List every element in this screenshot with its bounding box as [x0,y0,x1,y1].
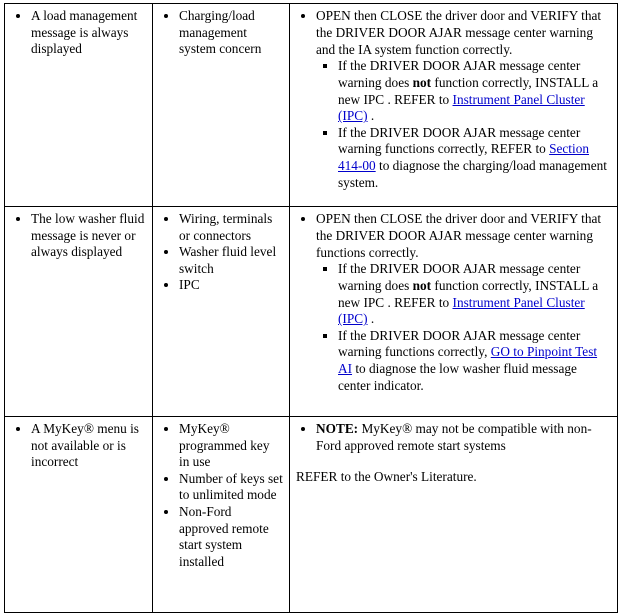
table-row: A load management message is always disp… [4,3,618,207]
refer-paragraph: REFER to the Owner's Literature. [296,468,477,484]
emphasis-not: not [412,277,432,293]
list-item: If the DRIVER DOOR AJAR message center w… [338,261,611,327]
list-item: OPEN then CLOSE the driver door and VERI… [316,8,611,191]
list-item: MyKey® programmed key in use [179,421,283,471]
symptom-cell: A MyKey® menu is not available or is inc… [4,416,153,613]
cause-cell: Wiring, terminals or connectors Washer f… [152,206,290,417]
symptom-list: A MyKey® menu is not available or is inc… [11,421,146,471]
symptom-cell: The low washer fluid message is never or… [4,206,153,417]
sub-text-post: . [367,108,375,124]
sub-text-post: to diagnose the low washer fluid message… [338,360,577,393]
list-item: A MyKey® menu is not available or is inc… [31,421,146,471]
cause-cell: Charging/load management system concern [152,3,290,207]
note-label: NOTE: [316,421,359,436]
sub-text-pre: If the DRIVER DOOR AJAR message center w… [338,124,581,157]
list-item: Washer fluid level switch [179,244,283,277]
emphasis-not: not [412,74,432,90]
symptom-list: A load management message is always disp… [11,8,146,58]
table-row: The low washer fluid message is never or… [4,206,618,417]
cause-cell: MyKey® programmed key in use Number of k… [152,416,290,613]
cause-list: Wiring, terminals or connectors Washer f… [159,211,283,294]
table-row: A MyKey® menu is not available or is inc… [4,416,618,613]
list-item: IPC [179,277,283,294]
list-item: Charging/load management system concern [179,8,283,58]
list-item: Non-Ford approved remote start system in… [179,504,283,570]
action-list: OPEN then CLOSE the driver door and VERI… [296,211,611,394]
list-item: If the DRIVER DOOR AJAR message center w… [338,125,611,191]
symptom-cell: A load management message is always disp… [4,3,153,207]
action-lead-text: OPEN then CLOSE the driver door and VERI… [316,211,602,260]
sub-text-post: to diagnose the charging/load management… [338,157,607,190]
list-item: The low washer fluid message is never or… [31,211,146,261]
list-item: Number of keys set to unlimited mode [179,471,283,504]
symptom-chart-table: A load management message is always disp… [4,3,618,613]
action-list: OPEN then CLOSE the driver door and VERI… [296,8,611,191]
symptom-chart-page: A load management message is always disp… [0,3,625,613]
action-sublist: If the DRIVER DOOR AJAR message center w… [316,261,611,394]
action-lead-text: OPEN then CLOSE the driver door and VERI… [316,8,602,57]
list-item: If the DRIVER DOOR AJAR message center w… [338,58,611,124]
list-item: A load management message is always disp… [31,8,146,58]
list-item: Wiring, terminals or connectors [179,211,283,244]
action-cell: OPEN then CLOSE the driver door and VERI… [289,3,618,207]
cause-list: Charging/load management system concern [159,8,283,58]
sub-text-post: . [367,311,375,327]
action-list: NOTE: MyKey® may not be compatible with … [296,421,611,455]
note-text: MyKey® may not be compatible with non-Fo… [316,421,592,453]
list-item: NOTE: MyKey® may not be compatible with … [316,421,611,455]
cause-list: MyKey® programmed key in use Number of k… [159,421,283,570]
list-item: OPEN then CLOSE the driver door and VERI… [316,211,611,394]
action-cell: OPEN then CLOSE the driver door and VERI… [289,206,618,417]
symptom-list: The low washer fluid message is never or… [11,211,146,261]
action-cell: NOTE: MyKey® may not be compatible with … [289,416,618,613]
action-sublist: If the DRIVER DOOR AJAR message center w… [316,58,611,191]
list-item: If the DRIVER DOOR AJAR message center w… [338,328,611,394]
